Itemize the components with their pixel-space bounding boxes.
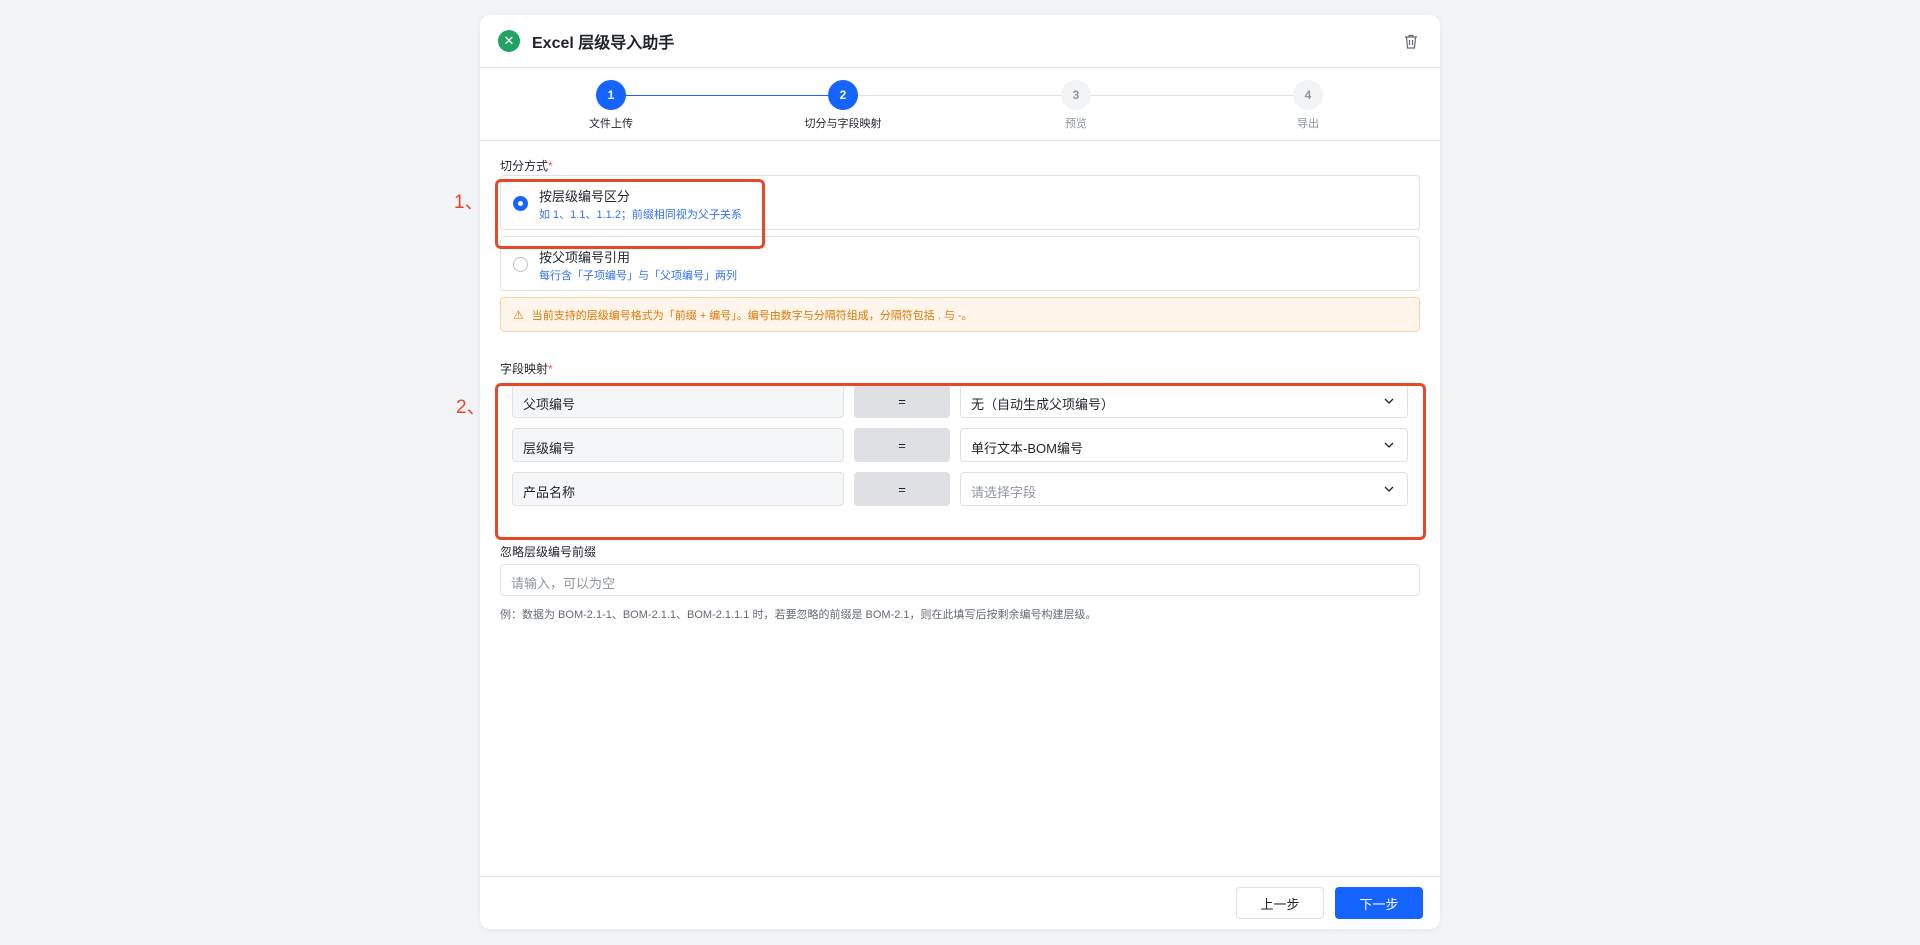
- option-title: 按父项编号引用: [539, 250, 631, 265]
- required-mark: *: [548, 362, 553, 376]
- field-mapping-label: 字段映射*: [500, 360, 553, 377]
- step-number: 2: [828, 80, 858, 110]
- split-method-text: 切分方式: [500, 159, 549, 173]
- step-label: 切分与字段映射: [804, 118, 882, 130]
- step-export[interactable]: 4 导出: [1248, 80, 1368, 131]
- dialog-title: Excel 层级导入助手: [532, 35, 675, 52]
- warning-icon: ⚠: [513, 307, 524, 322]
- prefix-input[interactable]: 请输入，可以为空: [500, 564, 1420, 596]
- next-button[interactable]: 下一步: [1335, 887, 1423, 919]
- option-description: 每行含「子项编号」与「父项编号」两列: [539, 270, 737, 282]
- annotation-box-1: [495, 179, 765, 249]
- step-number: 1: [596, 80, 626, 110]
- step-split-mapping[interactable]: 2 切分与字段映射: [783, 80, 903, 131]
- excel-icon: ✕: [498, 30, 520, 52]
- required-mark: *: [548, 159, 553, 173]
- step-label: 文件上传: [589, 118, 633, 130]
- step-preview[interactable]: 3 预览: [1016, 80, 1136, 131]
- warning-text: 当前支持的层级编号格式为「前缀 + 编号」。编号由数字与分隔符组成，分隔符包括 …: [531, 309, 973, 322]
- step-label: 导出: [1297, 118, 1319, 130]
- step-number: 4: [1293, 80, 1323, 110]
- stepper: 1 文件上传 2 切分与字段映射 3 预览 4 导出: [480, 68, 1440, 141]
- prefix-hint: 例：数据为 BOM-2.1-1、BOM-2.1.1、BOM-2.1.1.1 时，…: [500, 609, 1097, 621]
- step-upload[interactable]: 1 文件上传: [551, 80, 671, 131]
- step-label: 预览: [1065, 118, 1087, 130]
- annotation-box-2: [495, 383, 1426, 540]
- split-method-label: 切分方式*: [500, 157, 553, 174]
- field-mapping-text: 字段映射: [500, 362, 549, 376]
- step-number: 3: [1061, 80, 1091, 110]
- previous-button[interactable]: 上一步: [1236, 887, 1324, 919]
- radio-button[interactable]: [513, 257, 528, 272]
- dialog-footer: 上一步 下一步: [480, 876, 1440, 929]
- trash-icon[interactable]: [1400, 30, 1422, 52]
- format-warning: ⚠ 当前支持的层级编号格式为「前缀 + 编号」。编号由数字与分隔符组成，分隔符包…: [500, 297, 1420, 332]
- dialog-header: ✕ Excel 层级导入助手: [480, 15, 1440, 68]
- prefix-label: 忽略层级编号前缀: [500, 545, 597, 559]
